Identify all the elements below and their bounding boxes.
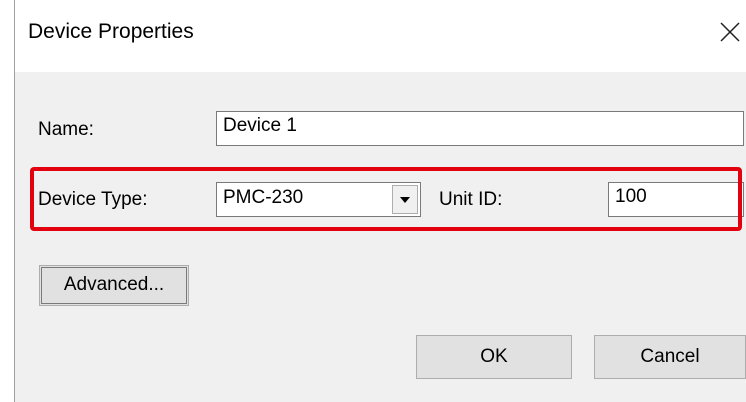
ok-button[interactable]: OK <box>416 335 572 379</box>
cancel-button[interactable]: Cancel <box>594 335 746 379</box>
title-bar: Device Properties <box>15 0 746 72</box>
name-field[interactable]: Device 1 <box>216 111 744 146</box>
advanced-button[interactable]: Advanced... <box>39 265 189 306</box>
highlight-box <box>30 167 742 231</box>
dialog-title: Device Properties <box>28 20 194 43</box>
name-label: Name: <box>38 119 94 140</box>
close-icon[interactable] <box>716 14 744 50</box>
device-properties-dialog: Device Properties Name: Device 1 Device … <box>15 0 746 402</box>
background-window-edge <box>0 0 15 402</box>
